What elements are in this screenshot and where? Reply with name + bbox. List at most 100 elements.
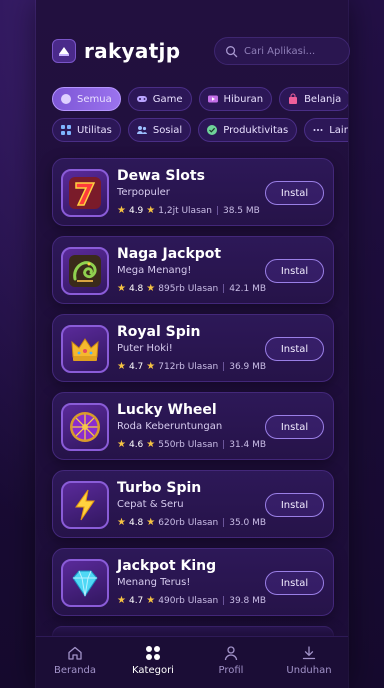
chip-hiburan[interactable]: Hiburan — [198, 87, 273, 111]
bottom-nav: Beranda Kategori Profil Unduhan — [36, 636, 348, 688]
install-button[interactable]: Instal — [265, 259, 324, 283]
app-title: Turbo Spin — [117, 480, 202, 496]
star-icon: ★ — [146, 205, 156, 216]
chip-label: Produktivitas — [223, 124, 289, 136]
nav-beranda[interactable]: Beranda — [36, 637, 114, 688]
app-meta: ★ 4.8 ★ 895rb Ulasan 42.1 MB — [117, 283, 266, 294]
app-reviews: 550rb Ulasan — [158, 439, 219, 450]
app-meta: ★ 4.7 ★ 712rb Ulasan 36.9 MB — [117, 361, 266, 372]
app-size: 31.4 MB — [229, 439, 267, 450]
app-reviews: 490rb Ulasan — [158, 595, 219, 606]
app-card-turbo-spin[interactable]: Turbo Spin Cepat & Seru ★ 4.8 ★ 620rb Ul… — [52, 470, 334, 538]
video-icon — [207, 95, 218, 103]
app-meta: ★ 4.9 ★ 1,2jt Ulasan 38.5 MB — [117, 205, 260, 216]
app-rating: 4.8 — [128, 517, 144, 528]
chip-label: Utilitas — [77, 124, 112, 136]
app-tagline: Terpopuler — [117, 187, 170, 198]
gamepad-icon — [136, 96, 147, 102]
chip-lainnya[interactable]: Lainnya — [304, 118, 348, 142]
app-meta: ★ 4.6 ★ 550rb Ulasan 31.4 MB — [117, 439, 266, 450]
star-icon: ★ — [117, 361, 126, 372]
category-chips-row-2: Utilitas Sosial Produktivitas Lainnya — [52, 118, 348, 142]
circle-icon — [61, 94, 71, 104]
chip-belanja[interactable]: Belanja — [279, 87, 348, 111]
wheel-icon — [61, 403, 109, 451]
star-icon: ★ — [146, 439, 156, 450]
nav-profil[interactable]: Profil — [192, 637, 270, 688]
star-icon: ★ — [146, 517, 156, 528]
app-meta: ★ 4.8 ★ 620rb Ulasan 35.0 MB — [117, 517, 266, 528]
chip-label: Belanja — [304, 93, 342, 105]
divider — [223, 284, 225, 293]
app-size: 35.0 MB — [229, 517, 267, 528]
app-rating: 4.7 — [128, 595, 144, 606]
chip-produktivitas[interactable]: Produktivitas — [198, 118, 298, 142]
install-button[interactable]: Instal — [265, 493, 324, 517]
app-card-naga-jackpot[interactable]: Naga Jackpot Mega Menang! ★ 4.8 ★ 895rb … — [52, 236, 334, 304]
app-title: Lucky Wheel — [117, 402, 217, 418]
chip-sosial[interactable]: Sosial — [127, 118, 192, 142]
app-card-jackpot-king[interactable]: Jackpot King Menang Terus! ★ 4.7 ★ 490rb… — [52, 548, 334, 616]
app-size: 39.8 MB — [229, 595, 267, 606]
install-button[interactable]: Instal — [265, 415, 324, 439]
search-input[interactable]: Cari Aplikasi... — [214, 37, 350, 65]
app-tagline: Puter Hoki! — [117, 343, 173, 354]
divider — [216, 206, 218, 215]
grid-icon — [61, 125, 71, 135]
divider — [223, 440, 225, 449]
crown-icon — [61, 325, 109, 373]
app-tagline: Mega Menang! — [117, 265, 192, 276]
install-button[interactable]: Instal — [265, 571, 324, 595]
chip-semua[interactable]: Semua — [52, 87, 121, 111]
chip-game[interactable]: Game — [127, 87, 192, 111]
shopping-bag-icon — [289, 93, 298, 104]
app-tagline: Cepat & Seru — [117, 499, 184, 510]
chip-label: Lainnya — [329, 124, 348, 136]
star-icon: ★ — [146, 283, 156, 294]
star-icon: ★ — [146, 595, 156, 606]
divider — [223, 362, 225, 371]
star-icon: ★ — [117, 205, 126, 216]
chip-label: Hiburan — [223, 93, 264, 105]
app-size: 42.1 MB — [229, 283, 267, 294]
categories-icon — [146, 646, 160, 660]
app-card-lucky-wheel[interactable]: Lucky Wheel Roda Keberuntungan ★ 4.6 ★ 5… — [52, 392, 334, 460]
chip-utilitas[interactable]: Utilitas — [52, 118, 121, 142]
app-rating: 4.8 — [128, 283, 144, 294]
nav-kategori[interactable]: Kategori — [114, 637, 192, 688]
app-reviews: 620rb Ulasan — [158, 517, 219, 528]
app-card-royal-spin[interactable]: Royal Spin Puter Hoki! ★ 4.7 ★ 712rb Ula… — [52, 314, 334, 382]
nav-unduhan[interactable]: Unduhan — [270, 637, 348, 688]
app-reviews: 1,2jt Ulasan — [158, 205, 212, 216]
chip-label: Semua — [77, 93, 112, 105]
star-icon: ★ — [146, 361, 156, 372]
more-icon — [313, 129, 323, 131]
app-title: Royal Spin — [117, 324, 201, 340]
lightning-icon — [61, 481, 109, 529]
divider — [223, 518, 225, 527]
app-title: Dewa Slots — [117, 168, 205, 184]
brand-name: rakyatjp — [84, 39, 181, 63]
app-meta: ★ 4.7 ★ 490rb Ulasan 39.8 MB — [117, 595, 266, 606]
category-chips-row-1: Semua Game Hiburan Belanja — [52, 87, 348, 111]
app-tagline: Menang Terus! — [117, 577, 191, 588]
logo-icon — [52, 39, 76, 63]
nav-label: Profil — [218, 665, 244, 676]
divider — [223, 596, 225, 605]
search-icon — [226, 45, 238, 57]
chip-label: Game — [152, 93, 183, 105]
nav-label: Beranda — [53, 665, 97, 676]
app-card-dewa-slots[interactable]: Dewa Slots Terpopuler ★ 4.9 ★ 1,2jt Ulas… — [52, 158, 334, 226]
check-circle-icon — [207, 125, 218, 135]
app-rating: 4.6 — [128, 439, 144, 450]
app-title: Naga Jackpot — [117, 246, 222, 262]
app-title: Jackpot King — [117, 558, 217, 574]
app-rating: 4.9 — [128, 205, 144, 216]
app-size: 38.5 MB — [222, 205, 260, 216]
app-tagline: Roda Keberuntungan — [117, 421, 223, 432]
diamond-icon — [61, 559, 109, 607]
dragon-icon — [61, 247, 109, 295]
install-button[interactable]: Instal — [265, 181, 324, 205]
install-button[interactable]: Instal — [265, 337, 324, 361]
chip-label: Sosial — [152, 124, 183, 136]
